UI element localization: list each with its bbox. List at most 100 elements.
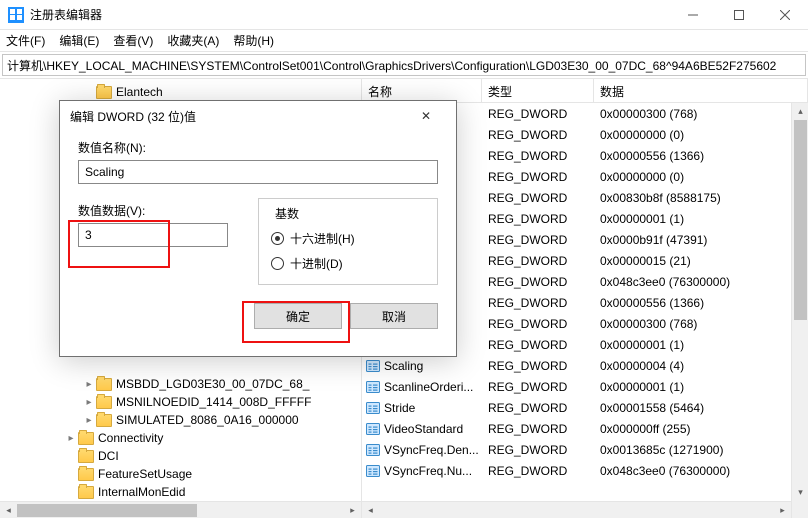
value-name-label: 数值名称(N): <box>78 139 438 156</box>
folder-icon <box>78 468 94 481</box>
dword-icon <box>366 464 380 478</box>
list-scrollbar-h[interactable]: ◂ ▸ <box>362 501 791 518</box>
tree-item-label: MSNILNOEDID_1414_008D_FFFFF <box>116 395 311 409</box>
tree-item[interactable]: Elantech <box>0 83 361 101</box>
chevron-icon[interactable]: ▸ <box>82 379 96 390</box>
tree-item-label: InternalMonEdid <box>98 485 185 499</box>
dialog-close-icon[interactable]: ✕ <box>406 109 446 123</box>
chevron-icon[interactable]: ▸ <box>64 433 78 444</box>
value-type: REG_DWORD <box>482 212 594 226</box>
value-data: 0x00000300 (768) <box>594 317 808 331</box>
value-data: 0x000000ff (255) <box>594 422 808 436</box>
value-type: REG_DWORD <box>482 296 594 310</box>
radio-hex[interactable]: 十六进制(H) <box>271 230 425 247</box>
dialog-title: 编辑 DWORD (32 位)值 <box>70 108 196 125</box>
list-row[interactable]: Scaling REG_DWORD 0x00000004 (4) <box>362 355 808 376</box>
address-bar[interactable]: 计算机\HKEY_LOCAL_MACHINE\SYSTEM\ControlSet… <box>2 54 806 76</box>
titlebar: 注册表编辑器 <box>0 0 808 30</box>
minimize-button[interactable] <box>670 0 716 30</box>
value-data-label: 数值数据(V): <box>78 202 228 219</box>
value-data: 0x00000001 (1) <box>594 212 808 226</box>
header-type[interactable]: 类型 <box>482 79 594 102</box>
list-row[interactable]: Stride REG_DWORD 0x00001558 (5464) <box>362 397 808 418</box>
folder-icon <box>96 378 112 391</box>
menubar: 文件(F) 编辑(E) 查看(V) 收藏夹(A) 帮助(H) <box>0 30 808 52</box>
app-icon <box>8 7 24 23</box>
value-data: 0x0000b91f (47391) <box>594 233 808 247</box>
close-button[interactable] <box>762 0 808 30</box>
maximize-button[interactable] <box>716 0 762 30</box>
scroll-right-icon[interactable]: ▸ <box>344 502 361 518</box>
value-data: 0x048c3ee0 (76300000) <box>594 275 808 289</box>
value-data: 0x0013685c (1271900) <box>594 443 808 457</box>
dword-icon <box>366 443 380 457</box>
value-name: Stride <box>384 401 415 415</box>
tree-item-label: Connectivity <box>98 431 163 445</box>
folder-icon <box>78 432 94 445</box>
value-type: REG_DWORD <box>482 191 594 205</box>
list-row[interactable]: VideoStandard REG_DWORD 0x000000ff (255) <box>362 418 808 439</box>
header-name[interactable]: 名称 <box>362 79 482 102</box>
tree-item[interactable]: ▸ SIMULATED_8086_0A16_000000 <box>0 411 361 429</box>
folder-icon <box>96 414 112 427</box>
list-row[interactable]: VSyncFreq.Nu... REG_DWORD 0x048c3ee0 (76… <box>362 460 808 481</box>
chevron-icon[interactable]: ▸ <box>82 397 96 408</box>
folder-icon <box>78 450 94 463</box>
window-controls <box>670 0 808 30</box>
tree-item[interactable]: DCI <box>0 447 361 465</box>
value-data: 0x00000004 (4) <box>594 359 808 373</box>
value-type: REG_DWORD <box>482 380 594 394</box>
tree-scrollbar-h[interactable]: ◂ ▸ <box>0 501 361 518</box>
base-legend: 基数 <box>271 205 303 222</box>
value-data: 0x00001558 (5464) <box>594 401 808 415</box>
tree-item[interactable]: FeatureSetUsage <box>0 465 361 483</box>
value-type: REG_DWORD <box>482 170 594 184</box>
scroll-up-icon[interactable]: ▴ <box>792 103 808 120</box>
chevron-icon[interactable]: ▸ <box>82 415 96 426</box>
radio-dec[interactable]: 十进制(D) <box>271 255 425 272</box>
list-scrollbar-v[interactable]: ▴ ▾ <box>791 103 808 518</box>
value-data: 0x00000001 (1) <box>594 380 808 394</box>
menu-favorites[interactable]: 收藏夹(A) <box>167 32 219 49</box>
tree-item[interactable]: ▸ MSBDD_LGD03E30_00_07DC_68_ <box>0 375 361 393</box>
tree-item-label: Elantech <box>116 85 163 99</box>
menu-help[interactable]: 帮助(H) <box>233 32 274 49</box>
value-data: 0x00000015 (21) <box>594 254 808 268</box>
tree-item-label: MSBDD_LGD03E30_00_07DC_68_ <box>116 377 309 391</box>
scroll-down-icon[interactable]: ▾ <box>792 484 808 501</box>
scroll-left-icon[interactable]: ◂ <box>362 502 379 518</box>
dword-icon <box>366 380 380 394</box>
list-scroll-thumb[interactable] <box>794 120 807 320</box>
list-row[interactable]: ScanlineOrderi... REG_DWORD 0x00000001 (… <box>362 376 808 397</box>
menu-edit[interactable]: 编辑(E) <box>59 32 99 49</box>
value-type: REG_DWORD <box>482 464 594 478</box>
tree-scroll-thumb[interactable] <box>17 504 197 517</box>
radio-dec-icon <box>271 257 284 270</box>
value-type: REG_DWORD <box>482 338 594 352</box>
value-data: 0x00000001 (1) <box>594 338 808 352</box>
menu-file[interactable]: 文件(F) <box>6 32 45 49</box>
value-data: 0x048c3ee0 (76300000) <box>594 464 808 478</box>
value-data: 0x00000300 (768) <box>594 107 808 121</box>
value-name: ScanlineOrderi... <box>384 380 473 394</box>
tree-item[interactable]: ▸ MSNILNOEDID_1414_008D_FFFFF <box>0 393 361 411</box>
header-data[interactable]: 数据 <box>594 79 808 102</box>
tree-item[interactable]: InternalMonEdid <box>0 483 361 501</box>
scroll-left-icon[interactable]: ◂ <box>0 502 17 518</box>
value-name: Scaling <box>384 359 423 373</box>
radio-dec-label: 十进制(D) <box>290 255 343 272</box>
edit-dword-dialog: 编辑 DWORD (32 位)值 ✕ 数值名称(N): 数值数据(V): 基数 … <box>59 100 457 357</box>
folder-icon <box>78 486 94 499</box>
value-name-input[interactable] <box>78 160 438 184</box>
ok-button[interactable]: 确定 <box>254 303 342 329</box>
menu-view[interactable]: 查看(V) <box>113 32 153 49</box>
value-data: 0x00000556 (1366) <box>594 149 808 163</box>
tree-item[interactable]: ▸ Connectivity <box>0 429 361 447</box>
value-data-input[interactable] <box>78 223 228 247</box>
value-type: REG_DWORD <box>482 128 594 142</box>
value-type: REG_DWORD <box>482 149 594 163</box>
list-row[interactable]: VSyncFreq.Den... REG_DWORD 0x0013685c (1… <box>362 439 808 460</box>
base-fieldset: 基数 十六进制(H) 十进制(D) <box>258 198 438 285</box>
cancel-button[interactable]: 取消 <box>350 303 438 329</box>
scroll-right-icon[interactable]: ▸ <box>774 502 791 518</box>
